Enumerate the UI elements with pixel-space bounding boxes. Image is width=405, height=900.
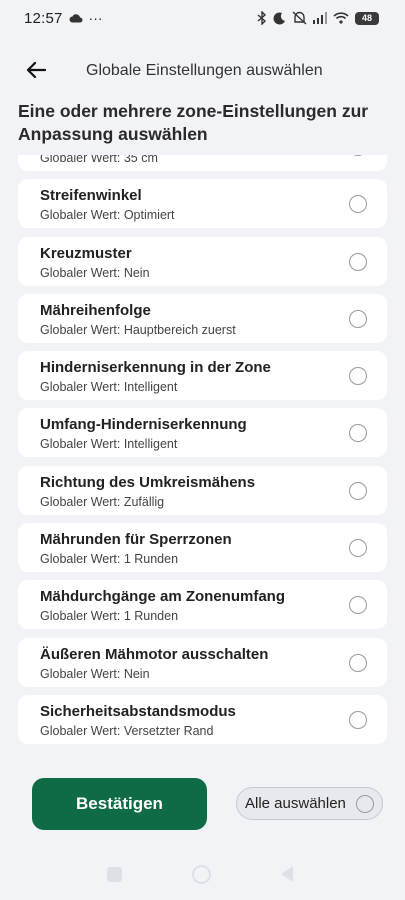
setting-title: Äußeren Mähmotor ausschalten (40, 645, 269, 663)
setting-value: Globaler Wert: Versetzter Rand (40, 723, 214, 738)
setting-card-perimeter-obstacle-detection[interactable]: Umfang-Hinderniserkennung Globaler Wert:… (18, 408, 387, 458)
settings-list[interactable]: Globaler Wert: 35 cm Streifenwinkel Glob… (0, 155, 405, 755)
system-nav-bar (0, 862, 405, 886)
radio-button[interactable] (349, 309, 367, 328)
setting-value: Globaler Wert: Nein (40, 666, 150, 681)
moon-icon (273, 11, 286, 25)
setting-card-outer-motor-off[interactable]: Äußeren Mähmotor ausschalten Globaler We… (18, 637, 387, 687)
setting-card-mow-order[interactable]: Mähreihenfolge Globaler Wert: Hauptberei… (18, 293, 387, 343)
setting-title: Streifenwinkel (40, 187, 142, 205)
page-subtitle: Eine oder mehrere zone-Einstellungen zur… (18, 101, 369, 144)
radio-button[interactable] (349, 424, 367, 443)
setting-card-no-go-zone-rounds[interactable]: Mährunden für Sperrzonen Globaler Wert: … (18, 523, 387, 573)
setting-title: Richtung des Umkreismähens (40, 473, 256, 491)
setting-value: Globaler Wert: Intelligent (40, 437, 178, 452)
setting-card-safety-distance-mode[interactable]: Sicherheitsabstandsmodus Globaler Wert: … (18, 694, 387, 744)
setting-value: Globaler Wert: Hauptbereich zuerst (40, 322, 236, 337)
setting-value: Globaler Wert: Zufällig (40, 494, 165, 509)
signal-icon (313, 12, 327, 24)
setting-title: Mähdurchgänge am Zonenumfang (40, 588, 286, 606)
setting-title: Sicherheitsabstandsmodus (40, 702, 236, 720)
back-button[interactable] (22, 58, 50, 86)
radio-button[interactable] (349, 367, 367, 386)
confirm-button[interactable]: Bestätigen (32, 778, 207, 830)
setting-card-perimeter-passes[interactable]: Mähdurchgänge am Zonenumfang Globaler We… (18, 580, 387, 630)
back-triangle-icon[interactable] (281, 866, 293, 882)
setting-card-perimeter-direction[interactable]: Richtung des Umkreismähens Globaler Wert… (18, 465, 387, 515)
setting-value: Globaler Wert: 1 Runden (40, 609, 179, 624)
bluetooth-icon (257, 11, 267, 25)
arrow-left-icon (26, 61, 47, 84)
setting-title: Mährunden für Sperrzonen (40, 531, 232, 549)
recent-apps-icon[interactable] (107, 867, 122, 882)
home-icon[interactable] (192, 865, 211, 884)
page-title: Globale Einstellungen auswählen (86, 62, 323, 79)
setting-title: Hinderniserkennung in der Zone (40, 359, 271, 377)
radio-button[interactable] (349, 596, 367, 615)
setting-card-zone-obstacle-detection[interactable]: Hinderniserkennung in der Zone Globaler … (18, 351, 387, 401)
radio-button[interactable] (349, 710, 367, 729)
cloud-icon (69, 10, 83, 27)
radio-button[interactable] (349, 481, 367, 500)
setting-card-cross-pattern[interactable]: Kreuzmuster Globaler Wert: Nein (18, 236, 387, 286)
setting-title: Mähreihenfolge (40, 301, 151, 319)
setting-value: Globaler Wert: 35 cm (40, 155, 158, 165)
setting-value: Globaler Wert: Optimiert (40, 208, 175, 223)
setting-title: Kreuzmuster (40, 244, 132, 262)
radio-button[interactable] (349, 539, 367, 558)
setting-title: Umfang-Hinderniserkennung (40, 416, 247, 434)
mute-icon (292, 11, 307, 25)
status-time: 12:57 (24, 9, 63, 27)
more-dots: ··· (88, 10, 103, 26)
app-header: Globale Einstellungen auswählen (0, 52, 405, 92)
status-left: 12:57 ··· (24, 10, 103, 27)
select-all-toggle[interactable]: Alle auswählen (236, 787, 383, 820)
select-all-label: Alle auswählen (245, 795, 346, 812)
select-all-radio[interactable] (356, 795, 374, 813)
setting-card-distance[interactable]: Globaler Wert: 35 cm (18, 155, 387, 171)
setting-value: Globaler Wert: Intelligent (40, 380, 178, 395)
radio-button[interactable] (349, 195, 367, 214)
wifi-icon (333, 12, 349, 24)
setting-value: Globaler Wert: 1 Runden (40, 552, 179, 567)
setting-value: Globaler Wert: Nein (40, 265, 150, 280)
radio-button[interactable] (349, 653, 367, 672)
setting-card-stripe-angle[interactable]: Streifenwinkel Globaler Wert: Optimiert (18, 179, 387, 229)
radio-button[interactable] (349, 252, 367, 271)
battery-icon: 48 (355, 11, 379, 25)
status-bar: 12:57 ··· 48 (0, 0, 405, 36)
settings-list-inner: Globaler Wert: 35 cm Streifenwinkel Glob… (18, 155, 387, 752)
radio-button[interactable] (349, 155, 367, 156)
status-right: 48 (257, 11, 379, 25)
